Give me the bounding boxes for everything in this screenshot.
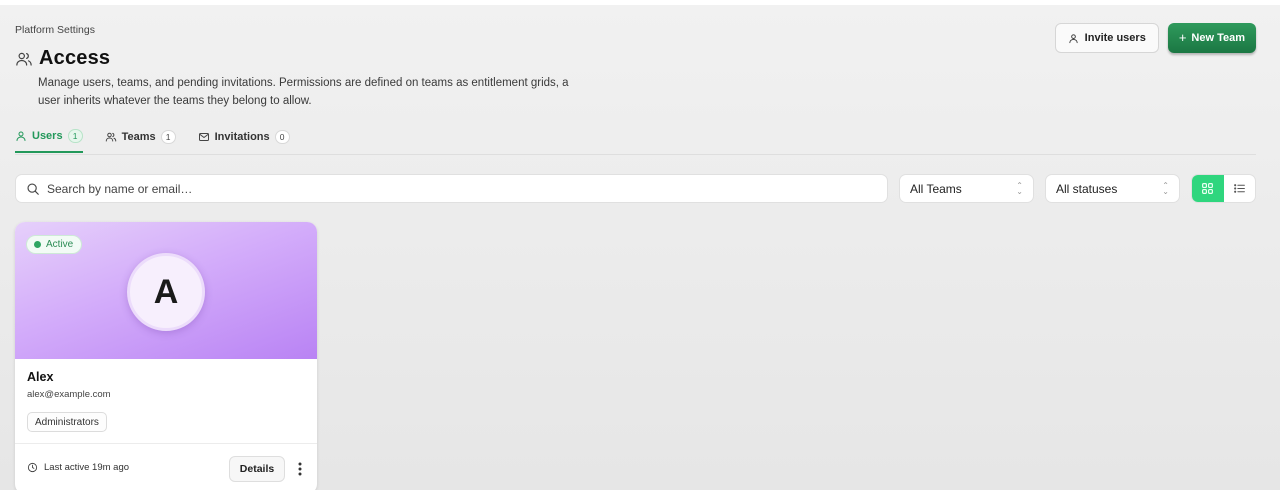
user-icon bbox=[1069, 33, 1078, 43]
details-button[interactable]: Details bbox=[229, 456, 285, 482]
new-team-label: New Team bbox=[1191, 32, 1245, 44]
header-actions: Invite users + New Team bbox=[1054, 23, 1256, 53]
tab-label: Teams bbox=[121, 131, 156, 143]
team-chip: Administrators bbox=[27, 412, 107, 432]
invite-users-button[interactable]: Invite users bbox=[1054, 23, 1159, 53]
teams-filter-select[interactable]: All Teams ⌃ ⌄ bbox=[899, 174, 1034, 203]
tab-label: Invitations bbox=[214, 131, 270, 143]
list-icon bbox=[1233, 184, 1245, 193]
list-view-button[interactable] bbox=[1224, 175, 1256, 202]
users-icon bbox=[105, 132, 116, 142]
select-arrows-icon: ⌃ ⌄ bbox=[1016, 180, 1023, 196]
tab-count-badge: 1 bbox=[67, 129, 83, 143]
more-options-button[interactable] bbox=[291, 457, 309, 481]
page-description: Manage users, teams, and pending invitat… bbox=[38, 77, 569, 107]
user-card-banner: Active A bbox=[15, 222, 317, 359]
status-label: Active bbox=[46, 239, 74, 250]
status-filter-value: All statuses bbox=[1056, 181, 1118, 196]
user-name: Alex bbox=[27, 370, 54, 384]
grid-icon bbox=[1202, 183, 1214, 194]
status-dot-icon bbox=[34, 241, 41, 248]
more-vertical-icon bbox=[298, 462, 302, 476]
tab-teams[interactable]: Teams 1 bbox=[105, 123, 176, 153]
search-input[interactable] bbox=[47, 181, 887, 196]
last-active: Last active 19m ago bbox=[27, 462, 129, 473]
page-header: Access bbox=[15, 47, 110, 70]
tab-count-badge: 0 bbox=[274, 130, 290, 144]
new-team-button[interactable]: + New Team bbox=[1167, 23, 1256, 53]
select-arrows-icon: ⌃ ⌄ bbox=[1162, 180, 1169, 196]
search-icon bbox=[27, 182, 39, 195]
plus-icon: + bbox=[1178, 30, 1187, 45]
user-email: alex@example.com bbox=[27, 389, 111, 400]
search-box bbox=[15, 174, 888, 203]
status-filter-select[interactable]: All statuses ⌃ ⌄ bbox=[1045, 174, 1180, 203]
tab-users[interactable]: Users 1 bbox=[15, 123, 83, 153]
user-card[interactable]: Active A Alex alex@example.com Administr… bbox=[15, 222, 317, 490]
last-active-text: Last active 19m ago bbox=[44, 462, 130, 473]
breadcrumb[interactable]: Platform Settings bbox=[15, 24, 95, 36]
users-icon bbox=[16, 52, 32, 66]
tab-invitations[interactable]: Invitations 0 bbox=[198, 123, 290, 153]
clock-icon bbox=[27, 462, 38, 473]
card-divider bbox=[15, 443, 317, 444]
page-title: Access bbox=[39, 47, 111, 69]
tabs-divider bbox=[15, 154, 1256, 155]
access-page: Platform Settings Access Manage users, t… bbox=[0, 0, 1280, 490]
tab-count-badge: 1 bbox=[160, 130, 176, 144]
teams-filter-value: All Teams bbox=[910, 181, 962, 196]
grid-view-button[interactable] bbox=[1192, 175, 1224, 202]
mail-icon bbox=[198, 133, 209, 141]
user-icon bbox=[16, 131, 26, 141]
avatar: A bbox=[127, 253, 205, 331]
invite-users-label: Invite users bbox=[1084, 32, 1146, 44]
status-badge: Active bbox=[26, 235, 83, 254]
view-toggle bbox=[1191, 174, 1256, 203]
tab-bar: Users 1 Teams 1 Invitations 0 bbox=[15, 123, 290, 153]
tab-label: Users bbox=[32, 130, 63, 142]
